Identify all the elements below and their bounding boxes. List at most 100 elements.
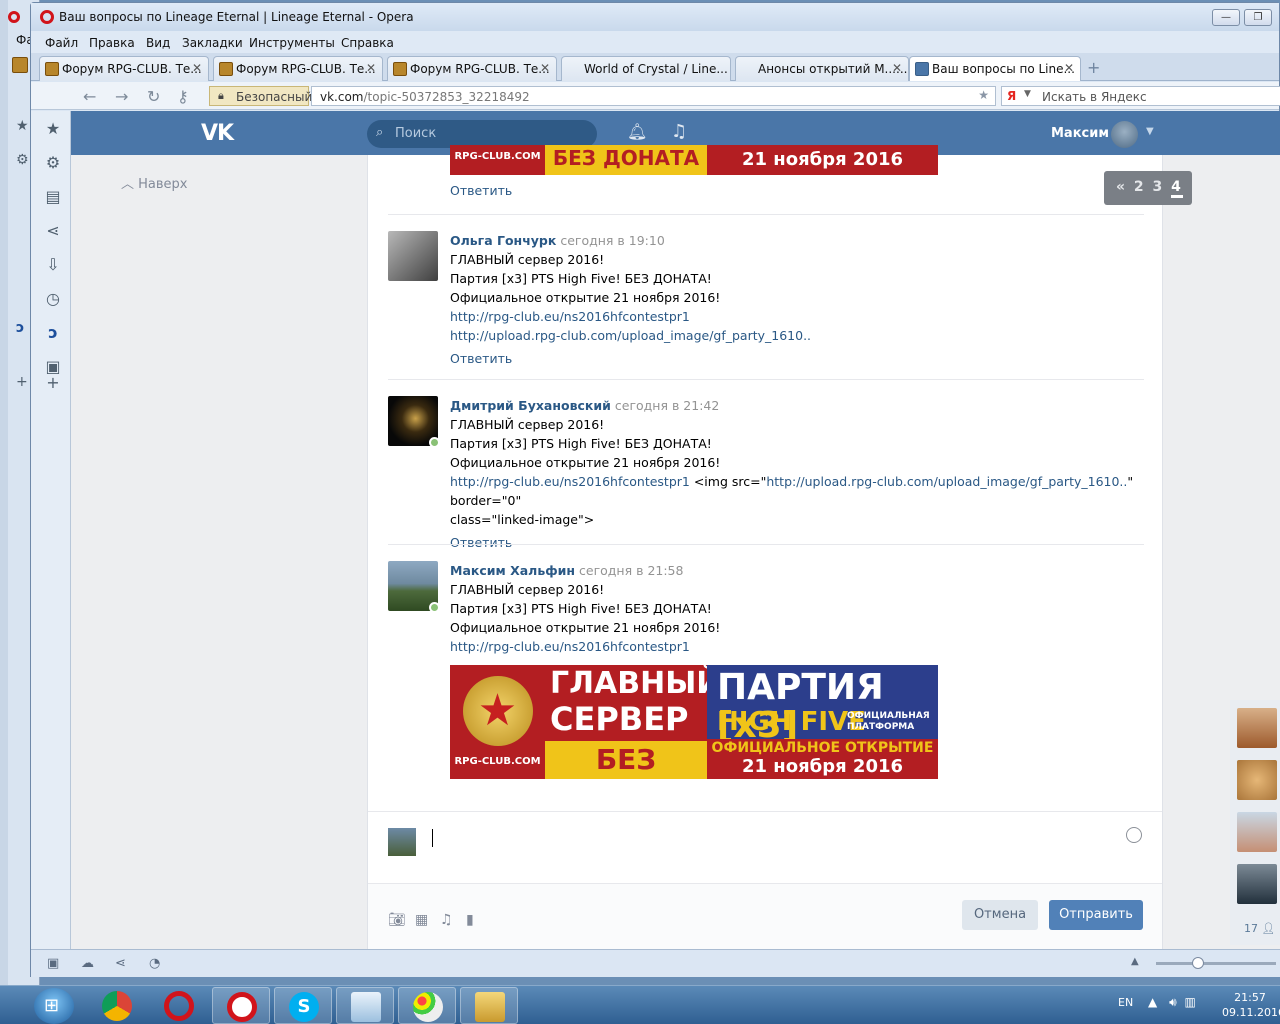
post-author[interactable]: Максим Хальфин bbox=[450, 563, 575, 578]
back-icon[interactable]: ← bbox=[83, 87, 96, 106]
chevron-down-icon[interactable]: ▼ bbox=[1024, 89, 1031, 99]
share-icon[interactable]: ⋖ bbox=[115, 956, 126, 971]
bg-tab-favicon[interactable] bbox=[12, 57, 28, 73]
user-name[interactable]: Максим bbox=[1051, 126, 1109, 141]
pager-prev[interactable]: « bbox=[1116, 179, 1127, 195]
menu-tools[interactable]: Инструменты bbox=[249, 36, 335, 50]
friend-avatar[interactable] bbox=[1237, 864, 1277, 904]
pager-page[interactable]: 3 bbox=[1153, 179, 1165, 195]
add-panel-plus-icon[interactable]: + bbox=[43, 373, 63, 393]
speaker-icon[interactable]: 🔊︎ bbox=[1169, 995, 1177, 1009]
bg-star-icon[interactable]: ★ bbox=[16, 118, 29, 134]
close-icon[interactable]: ✕ bbox=[192, 61, 202, 75]
pager-page[interactable]: 2 bbox=[1134, 179, 1146, 195]
reply-link[interactable]: Ответить bbox=[450, 183, 512, 198]
key-icon[interactable]: ⚷ bbox=[177, 87, 189, 106]
forward-icon[interactable]: → bbox=[115, 87, 128, 106]
unite-icon[interactable]: ↄ bbox=[43, 323, 63, 343]
banner-image[interactable]: ★ RPG-CLUB.COM ГЛАВНЫЙ СЕРВЕР БЕЗ ДОНАТА… bbox=[450, 665, 938, 779]
friend-avatar[interactable] bbox=[1237, 760, 1277, 800]
zoom-slider[interactable] bbox=[1156, 957, 1276, 969]
chevron-up-icon[interactable]: ▲ bbox=[1148, 995, 1157, 1009]
share-icon[interactable]: ⋖ bbox=[43, 221, 63, 241]
post-link[interactable]: http://upload.rpg-club.com/upload_image/… bbox=[766, 474, 1127, 489]
send-button[interactable]: Отправить bbox=[1049, 900, 1143, 930]
tab-5[interactable]: Анонсы открытий М...... ✕ bbox=[735, 56, 909, 81]
close-icon[interactable]: ✕ bbox=[366, 61, 376, 75]
post-date[interactable]: сегодня в 21:58 bbox=[579, 563, 683, 578]
menu-file[interactable]: Файл bbox=[45, 36, 78, 50]
reply-link[interactable]: Ответить bbox=[450, 533, 1140, 552]
chevron-down-icon[interactable]: ▼ bbox=[1146, 126, 1154, 137]
chevron-up-icon[interactable]: ▲ bbox=[1131, 956, 1139, 967]
menu-help[interactable]: Справка bbox=[341, 36, 394, 50]
settings-gear-icon[interactable]: ⚙ bbox=[43, 153, 63, 173]
post-link[interactable]: http://rpg-club.eu/ns2016hfcontestpr1 bbox=[450, 639, 690, 654]
friends-count[interactable]: 17 👤︎ bbox=[1244, 922, 1275, 935]
panel-toggle-icon[interactable]: ▣ bbox=[47, 956, 59, 971]
taskbar-notepad[interactable] bbox=[336, 987, 394, 1024]
friend-avatar[interactable] bbox=[1237, 708, 1277, 748]
post-link[interactable]: http://upload.rpg-club.com/upload_image/… bbox=[450, 328, 811, 343]
taskbar-chrome[interactable] bbox=[88, 987, 146, 1024]
taskbar-opera-2[interactable] bbox=[212, 987, 270, 1024]
close-icon[interactable]: ✕ bbox=[1064, 61, 1074, 75]
camera-icon[interactable]: 📷︎ bbox=[388, 912, 406, 928]
speed-dial-icon[interactable]: ◔ bbox=[149, 956, 160, 971]
start-button[interactable]: ⊞ bbox=[34, 988, 74, 1024]
bg-plus-icon[interactable]: + bbox=[16, 374, 28, 390]
bg-o-icon[interactable]: ↄ bbox=[16, 320, 24, 336]
tab-6-active[interactable]: Ваш вопросы по Line... ✕ bbox=[909, 56, 1081, 81]
tab-3[interactable]: Форум RPG-CLUB. Те... ✕ bbox=[387, 56, 557, 81]
avatar[interactable] bbox=[388, 561, 440, 613]
clock[interactable]: 21:57 09.11.2016 bbox=[1222, 990, 1280, 1020]
close-icon[interactable]: ✕ bbox=[540, 61, 550, 75]
banner-image-cutoff[interactable]: RPG-CLUB.COM БЕЗ ДОНАТА 21 ноября 2016 bbox=[450, 145, 938, 175]
post-date[interactable]: сегодня в 19:10 bbox=[560, 233, 664, 248]
music-icon[interactable]: ♫ bbox=[671, 121, 687, 142]
post-author[interactable]: Ольга Гончурк bbox=[450, 233, 556, 248]
menu-edit[interactable]: Правка bbox=[89, 36, 135, 50]
new-tab-icon[interactable]: + bbox=[1087, 58, 1100, 77]
cloud-icon[interactable]: ☁ bbox=[81, 956, 94, 971]
friend-avatar[interactable] bbox=[1237, 812, 1277, 852]
taskbar-skype[interactable]: S bbox=[274, 987, 332, 1024]
bg-gear-icon[interactable]: ⚙ bbox=[16, 152, 29, 168]
post-date[interactable]: сегодня в 21:42 bbox=[615, 398, 719, 413]
post-author[interactable]: Дмитрий Бухановский bbox=[450, 398, 611, 413]
audio-note-icon[interactable]: ♫ bbox=[440, 912, 453, 928]
menu-bookmarks[interactable]: Закладки bbox=[182, 36, 243, 50]
close-icon[interactable]: ✕ bbox=[892, 61, 902, 75]
downloads-icon[interactable]: ⇩ bbox=[43, 255, 63, 275]
back-to-top-link[interactable]: ︿ Наверх bbox=[121, 173, 188, 192]
tab-4[interactable]: World of Crystal / Line... bbox=[561, 56, 731, 81]
tab-1[interactable]: Форум RPG-CLUB. Те... ✕ bbox=[39, 56, 209, 81]
tab-2[interactable]: Форум RPG-CLUB. Те... ✕ bbox=[213, 56, 383, 81]
avatar[interactable] bbox=[388, 396, 440, 448]
reply-input[interactable] bbox=[430, 823, 1110, 857]
zoom-slider-knob[interactable] bbox=[1192, 957, 1204, 969]
reply-link[interactable]: Ответить bbox=[450, 349, 1140, 368]
avatar[interactable] bbox=[1111, 121, 1138, 148]
reload-icon[interactable]: ↻ bbox=[147, 87, 160, 106]
network-icon[interactable]: ▥ bbox=[1184, 995, 1195, 1009]
bookmark-star-icon[interactable]: ★ bbox=[978, 88, 989, 102]
vk-logo[interactable]: VK bbox=[201, 121, 234, 146]
pager-current-page[interactable]: 4 bbox=[1171, 179, 1183, 198]
vk-search-input[interactable]: ⌕ Поиск bbox=[367, 120, 597, 148]
post-link[interactable]: http://rpg-club.eu/ns2016hfcontestpr1 bbox=[450, 474, 690, 489]
history-clock-icon[interactable]: ◷ bbox=[43, 289, 63, 309]
post-link[interactable]: http://rpg-club.eu/ns2016hfcontestpr1 bbox=[450, 309, 690, 324]
taskbar-explorer[interactable] bbox=[460, 987, 518, 1024]
taskbar-opera-1[interactable] bbox=[150, 987, 208, 1024]
minimize-button[interactable]: — bbox=[1212, 9, 1240, 26]
bell-icon[interactable]: 🔔︎ bbox=[627, 122, 647, 141]
language-indicator[interactable]: EN bbox=[1118, 996, 1133, 1009]
cancel-button[interactable]: Отмена bbox=[962, 900, 1038, 930]
yandex-search-field[interactable]: Я ▼ Искать в Яндекс bbox=[1001, 86, 1280, 106]
video-icon[interactable]: ▦ bbox=[415, 912, 428, 928]
document-icon[interactable]: ▮ bbox=[466, 912, 474, 928]
emoji-icon[interactable] bbox=[1126, 827, 1142, 843]
secure-badge[interactable]: 🔒︎ Безопасный bbox=[209, 86, 312, 106]
avatar[interactable] bbox=[388, 231, 438, 281]
